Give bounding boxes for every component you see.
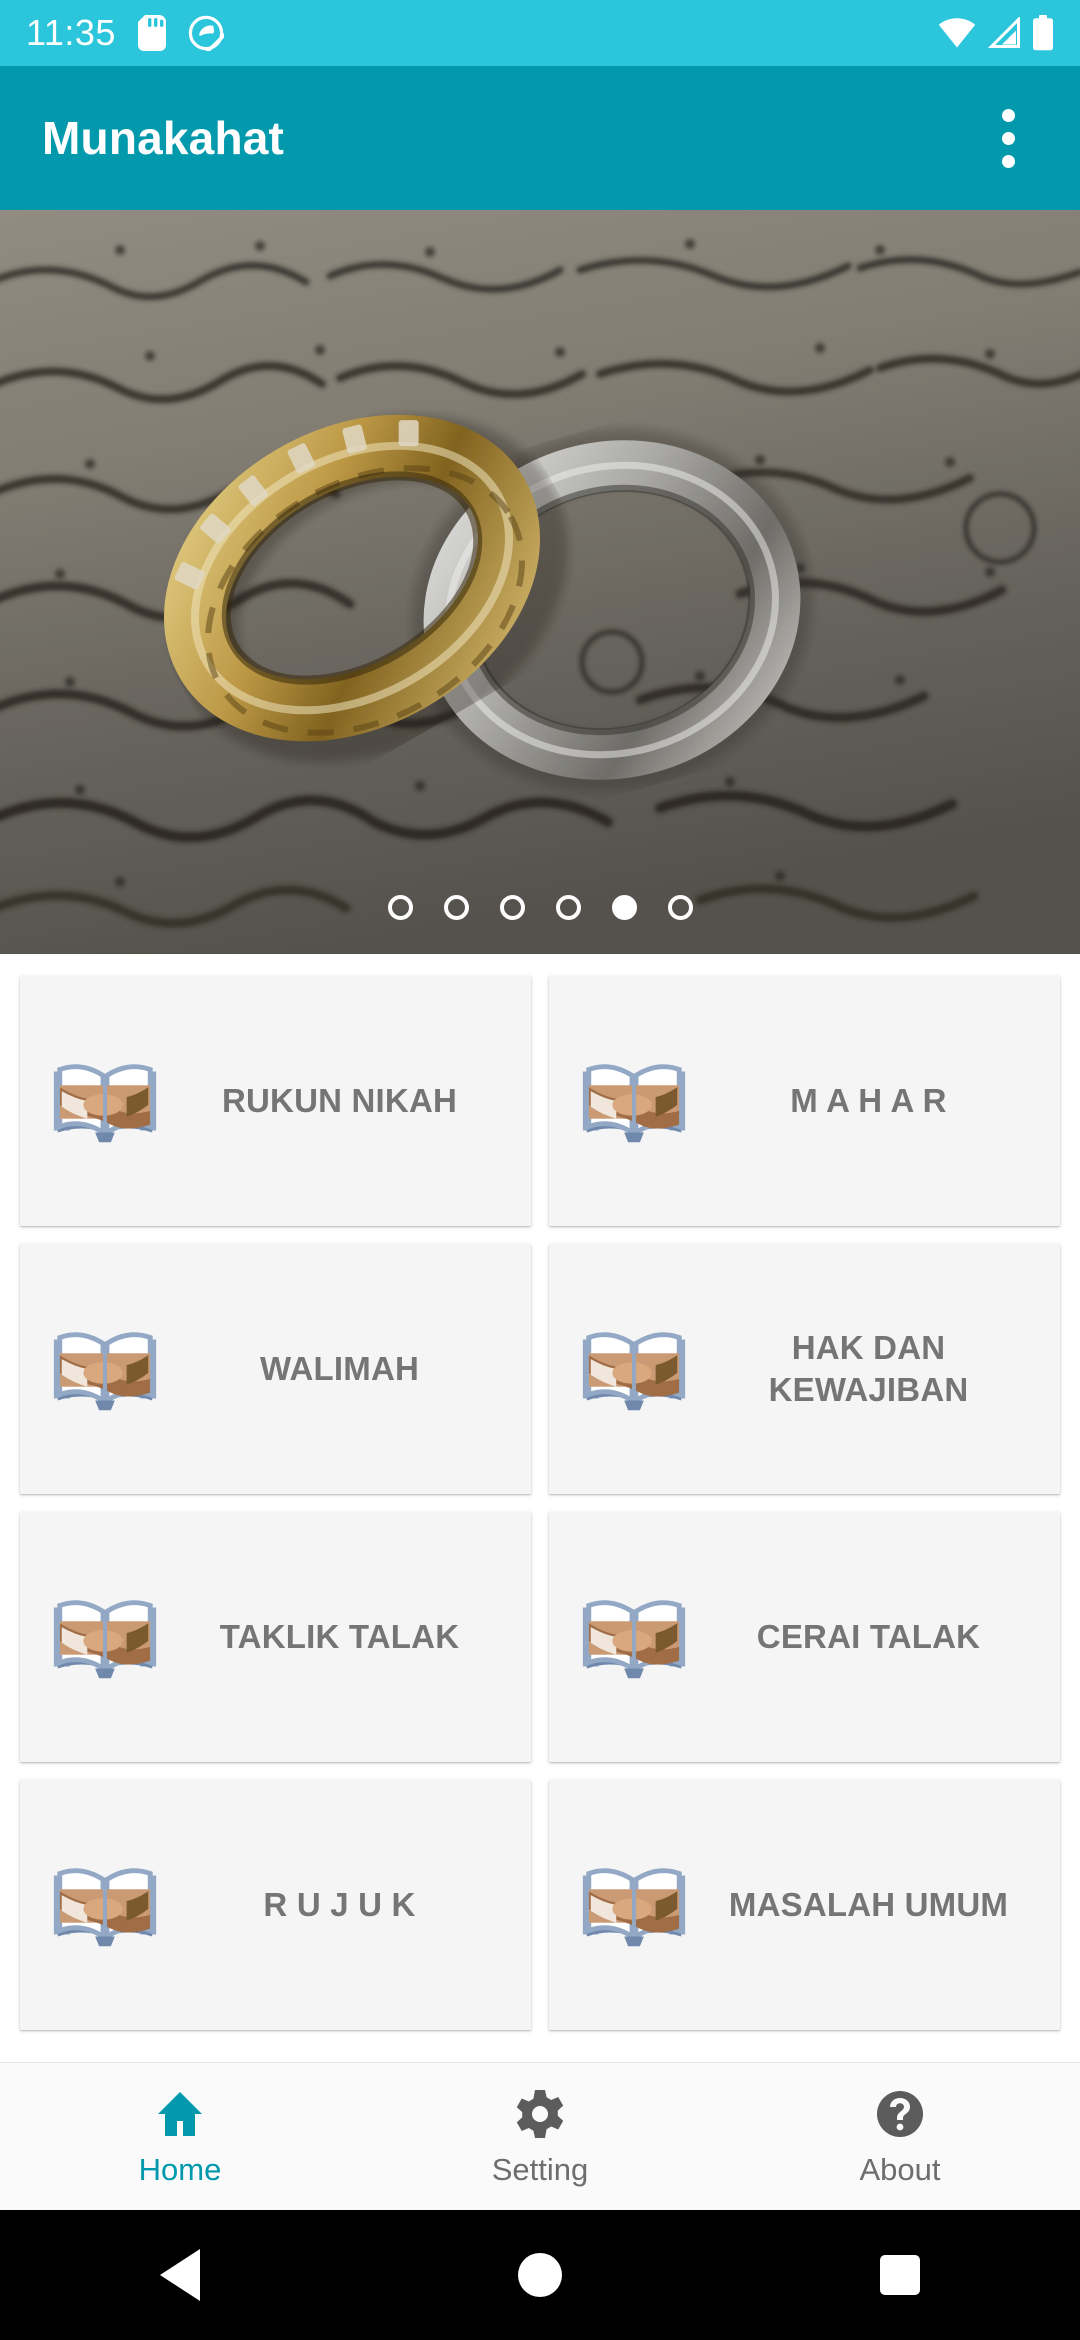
menu-card-label: HAK DAN KEWAJIBAN	[768, 1328, 969, 1408]
status-bar-left: 11:35	[26, 15, 224, 51]
nav-item-label: Home	[138, 2152, 222, 2187]
grid-row: RUKUN NIKAH M A H A R	[20, 976, 1060, 1226]
book-handshake-icon	[46, 1846, 164, 1964]
book-handshake-icon	[575, 1042, 693, 1160]
banner-image	[0, 210, 1080, 954]
app-bar: Munakahat	[0, 66, 1080, 210]
book-handshake-icon	[575, 1310, 693, 1428]
menu-card-mahar[interactable]: M A H A R	[549, 976, 1060, 1226]
menu-card-label: MASALAH UMUM	[728, 1885, 1009, 1923]
bottom-navigation: Home Setting About	[0, 2062, 1080, 2210]
recents-button[interactable]	[720, 2255, 1080, 2295]
nav-item-home[interactable]: Home	[0, 2063, 360, 2210]
menu-card-label: TAKLIK TALAK	[219, 1617, 460, 1655]
book-handshake-icon	[46, 1578, 164, 1696]
carousel-dot-active[interactable]	[611, 895, 637, 920]
menu-card-label: R U J U K	[263, 1885, 416, 1923]
menu-grid: RUKUN NIKAH M A H A R WALIMAH HAK DAN KE…	[0, 954, 1080, 2062]
menu-card-masalah-umum[interactable]: MASALAH UMUM	[549, 1780, 1060, 2030]
battery-icon	[1033, 15, 1053, 51]
status-time: 11:35	[26, 12, 116, 53]
cellular-signal-icon	[987, 17, 1020, 48]
carousel-dot[interactable]	[387, 895, 413, 920]
menu-card-label: M A H A R	[790, 1081, 947, 1119]
book-handshake-icon	[46, 1310, 164, 1428]
gear-icon	[516, 2090, 564, 2138]
banner-carousel[interactable]	[0, 210, 1080, 954]
carousel-dot[interactable]	[499, 895, 525, 920]
book-handshake-icon	[575, 1846, 693, 1964]
overflow-menu-icon[interactable]	[972, 90, 1044, 186]
app-screen: 11:35 Munakahat RUKUN NIKAH M A H A R WA…	[0, 0, 1080, 2340]
grid-row: R U J U K MASALAH UMUM	[20, 1780, 1060, 2030]
nav-item-setting[interactable]: Setting	[360, 2063, 720, 2210]
android-navigation-bar	[0, 2210, 1080, 2340]
home-icon	[158, 2092, 202, 2136]
carousel-dot[interactable]	[443, 895, 469, 920]
menu-card-label: CERAI TALAK	[756, 1617, 981, 1655]
status-bar-right	[938, 15, 1054, 51]
wifi-icon	[938, 18, 976, 48]
menu-card-cerai-talak[interactable]: CERAI TALAK	[549, 1512, 1060, 1762]
menu-card-label: RUKUN NIKAH	[221, 1081, 458, 1119]
do-not-disturb-icon	[188, 15, 224, 51]
back-button[interactable]	[0, 2249, 360, 2301]
grid-row: WALIMAH HAK DAN KEWAJIBAN	[20, 1244, 1060, 1494]
book-handshake-icon	[46, 1042, 164, 1160]
status-bar: 11:35	[0, 0, 1080, 66]
carousel-dot[interactable]	[555, 895, 581, 920]
menu-card-taklik-talak[interactable]: TAKLIK TALAK	[20, 1512, 531, 1762]
question-circle-icon	[877, 2091, 923, 2137]
grid-row: TAKLIK TALAK CERAI TALAK	[20, 1512, 1060, 1762]
carousel-dots	[0, 895, 1080, 920]
nav-item-label: Setting	[491, 2152, 589, 2187]
sd-card-icon	[137, 15, 166, 51]
page-title: Munakahat	[42, 112, 285, 164]
home-button[interactable]	[360, 2253, 720, 2297]
menu-card-rujuk[interactable]: R U J U K	[20, 1780, 531, 2030]
menu-card-rukun-nikah[interactable]: RUKUN NIKAH	[20, 976, 531, 1226]
menu-card-walimah[interactable]: WALIMAH	[20, 1244, 531, 1494]
menu-card-hak-dan-kewajiban[interactable]: HAK DAN KEWAJIBAN	[549, 1244, 1060, 1494]
menu-card-label: WALIMAH	[259, 1349, 420, 1387]
nav-item-label: About	[859, 2152, 941, 2187]
book-handshake-icon	[575, 1578, 693, 1696]
carousel-dot[interactable]	[667, 895, 693, 920]
nav-item-about[interactable]: About	[720, 2063, 1080, 2210]
